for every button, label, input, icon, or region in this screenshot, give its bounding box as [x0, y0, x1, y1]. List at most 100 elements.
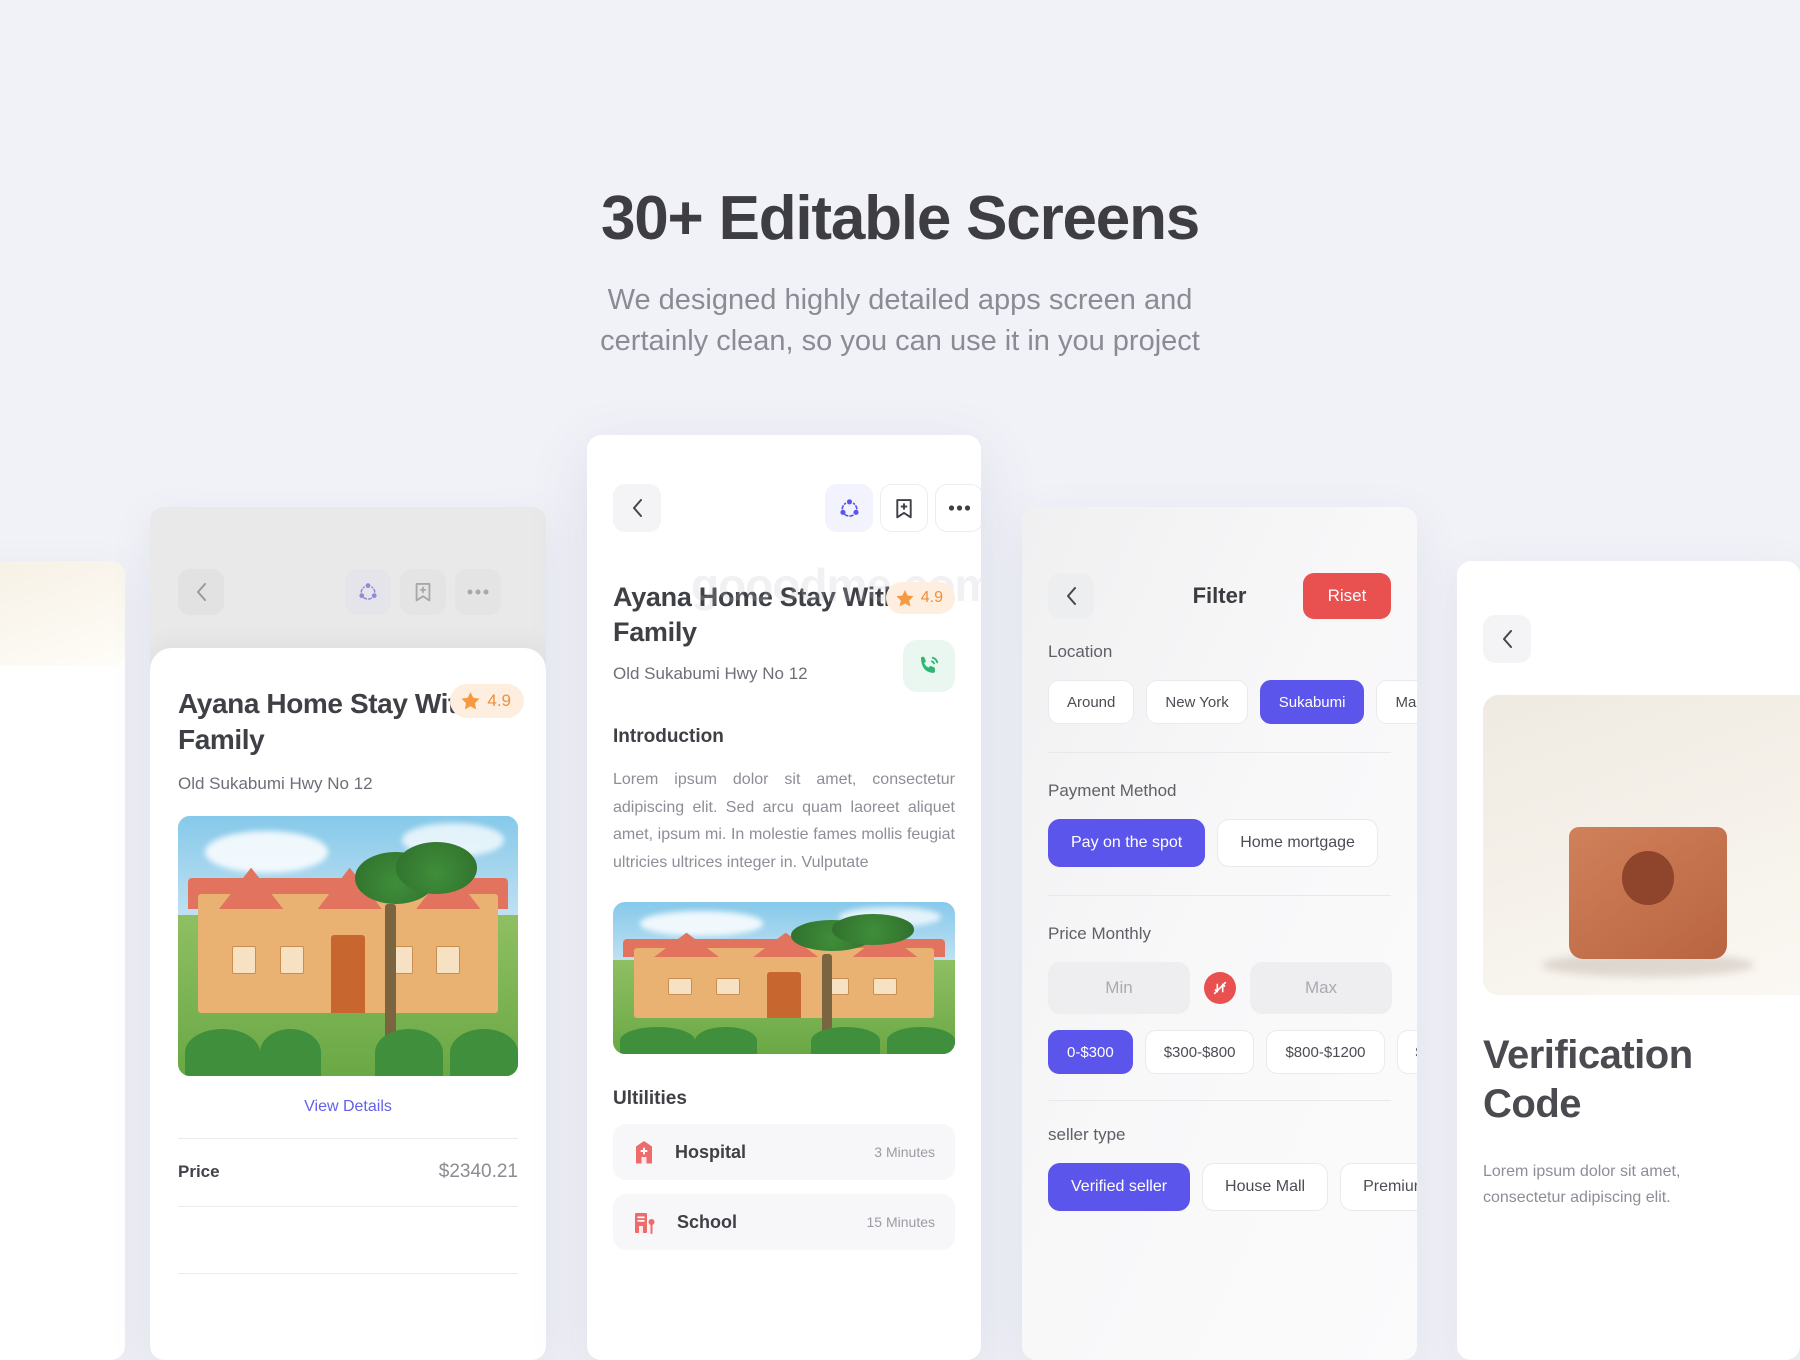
- phone-screen-verification: Verification Code Lorem ipsum dolor sit …: [1457, 561, 1800, 1360]
- utility-time: 3 Minutes: [874, 1144, 935, 1161]
- listing-card-toolbar: [150, 569, 546, 625]
- verification-body: Lorem ipsum dolor sit amet, consectetur …: [1483, 1159, 1800, 1211]
- star-icon: [896, 589, 914, 606]
- page-title: 30+ Editable Screens: [600, 184, 1200, 253]
- back-button[interactable]: [613, 484, 661, 532]
- seller-chip[interactable]: Premium: [1340, 1163, 1417, 1211]
- verification-body-line2: consectetur adipiscing elit.: [1483, 1188, 1671, 1206]
- page-subtitle: We designed highly detailed apps screen …: [0, 280, 1800, 362]
- decor-photo-flowers: [0, 561, 125, 666]
- rating-badge: 4.9: [450, 684, 524, 718]
- verification-title-line1: Verification: [1483, 1033, 1693, 1077]
- more-options-button[interactable]: [455, 569, 501, 615]
- share-icon: [359, 583, 377, 600]
- price-chip-selected[interactable]: 0-$300: [1048, 1030, 1133, 1074]
- vase-illustration: [1483, 695, 1800, 995]
- seller-chip-selected[interactable]: Verified seller: [1048, 1163, 1191, 1211]
- list-item: [0, 1001, 90, 1059]
- screenshot-stage: 30+ Editable Screens We designed highly …: [0, 0, 1800, 1360]
- payment-chip-group: Pay on the spot Home mortgage: [1048, 819, 1417, 867]
- location-chip[interactable]: Maldives: [1376, 680, 1417, 724]
- page-subtitle-line1: We designed highly detailed apps screen …: [607, 284, 1193, 316]
- detail-photo: [613, 902, 955, 1055]
- max-price-input[interactable]: Max: [1250, 962, 1392, 1014]
- location-chip-selected[interactable]: Sukabumi: [1259, 680, 1365, 724]
- verification-body-line1: Lorem ipsum dolor sit amet,: [1483, 1163, 1681, 1180]
- location-chip-group: Around New York Sukabumi Maldives: [1048, 680, 1417, 724]
- more-horizontal-icon: [467, 589, 489, 595]
- verification-title: Verification Code: [1483, 1031, 1800, 1129]
- price-chip[interactable]: $800-$1200: [1266, 1030, 1385, 1074]
- price-chip-group: 0-$300 $300-$800 $800-$1200 $1200-$2000: [1048, 1030, 1417, 1074]
- list-item[interactable]: School 15 Minutes: [613, 1194, 955, 1251]
- verification-title-line2: Code: [1483, 1081, 1582, 1126]
- utilities-heading: Ultilities: [613, 1088, 687, 1110]
- divider: [1048, 752, 1391, 753]
- bookmark-add-icon: [415, 583, 431, 602]
- listing-address: Old Sukabumi Hwy No 12: [178, 773, 373, 793]
- view-details-link[interactable]: View Details: [178, 1098, 518, 1116]
- min-price-input[interactable]: Min: [1048, 962, 1190, 1014]
- phone-call-icon: [920, 656, 939, 673]
- price-chip[interactable]: $1200-$2000: [1396, 1030, 1417, 1074]
- seller-type-label: seller type: [1048, 1125, 1126, 1144]
- swap-disabled-icon[interactable]: [1204, 972, 1236, 1004]
- list-item[interactable]: Hospital 3 Minutes: [613, 1124, 955, 1181]
- introduction-text: Lorem ipsum dolor sit amet, consectetur …: [613, 771, 955, 871]
- detail-body: gooodme.com Ayana Home Stay With Family …: [613, 559, 981, 1251]
- house-illustration: [613, 902, 955, 1055]
- more-options-button[interactable]: [935, 484, 981, 532]
- house-illustration: [178, 815, 518, 1076]
- phone-screen-detail: gooodme.com Ayana Home Stay With Family …: [587, 435, 981, 1360]
- back-button[interactable]: [1483, 615, 1531, 663]
- call-button[interactable]: [903, 640, 955, 692]
- bookmark-add-button[interactable]: [880, 484, 928, 532]
- payment-chip[interactable]: Home mortgage: [1217, 819, 1378, 867]
- price-range-inputs: Min Max: [1048, 962, 1417, 1014]
- phone-screen-listing-card: Ayana Home Stay With Family Old Sukabumi…: [150, 507, 546, 1360]
- chevron-left-icon: [632, 499, 642, 517]
- listing-photo: [178, 815, 518, 1076]
- back-button[interactable]: [178, 569, 224, 615]
- verification-illustration: [1483, 695, 1800, 995]
- chevron-left-icon: [196, 583, 206, 601]
- location-label: Location: [1048, 642, 1113, 661]
- price-label: Price Monthly: [1048, 924, 1151, 943]
- share-button[interactable]: [825, 484, 873, 532]
- utility-name: School: [677, 1211, 738, 1232]
- swap-icon: [1213, 981, 1227, 995]
- location-chip[interactable]: Around: [1048, 680, 1135, 724]
- location-chip[interactable]: New York: [1146, 680, 1248, 724]
- seller-chip[interactable]: House Mall: [1202, 1163, 1329, 1211]
- list-item: [0, 1145, 90, 1203]
- phone-screen-left-partial: : [0, 561, 125, 1360]
- price-label: Price: [178, 1162, 220, 1182]
- detail-toolbar: [613, 484, 981, 536]
- listing-card: Ayana Home Stay With Family Old Sukabumi…: [150, 648, 546, 1360]
- list-item: [0, 1073, 90, 1131]
- share-button[interactable]: [345, 569, 391, 615]
- share-icon: [839, 498, 859, 517]
- rating-value: 4.9: [920, 589, 943, 606]
- price-value: $2340.21: [438, 1161, 518, 1183]
- introduction-heading: Introduction: [613, 726, 724, 748]
- payment-chip-selected[interactable]: Pay on the spot: [1048, 819, 1206, 867]
- filter-toolbar: Filter Riset: [1048, 573, 1391, 623]
- phone-screen-filter: Filter Riset Location Around New York Su…: [1022, 507, 1417, 1360]
- more-horizontal-icon: [948, 505, 970, 511]
- bookmark-add-icon: [896, 498, 912, 518]
- rating-value: 4.9: [487, 691, 511, 710]
- price-chip[interactable]: $300-$800: [1144, 1030, 1255, 1074]
- extra-row: [178, 1205, 518, 1274]
- divider: [1048, 895, 1391, 896]
- bookmark-add-button[interactable]: [400, 569, 446, 615]
- seller-chip-group: Verified seller House Mall Premium: [1048, 1163, 1417, 1211]
- price-row: Price $2340.21: [178, 1137, 518, 1206]
- page-subtitle-line2: certainly clean, so you can use it in yo…: [600, 325, 1200, 358]
- utility-name: Hospital: [675, 1141, 747, 1162]
- apple-signin-button[interactable]: : [0, 861, 90, 923]
- payment-label: Payment Method: [1048, 781, 1177, 800]
- rating-badge: 4.9: [885, 582, 955, 614]
- reset-button[interactable]: Riset: [1303, 573, 1391, 619]
- divider: [1048, 1100, 1391, 1101]
